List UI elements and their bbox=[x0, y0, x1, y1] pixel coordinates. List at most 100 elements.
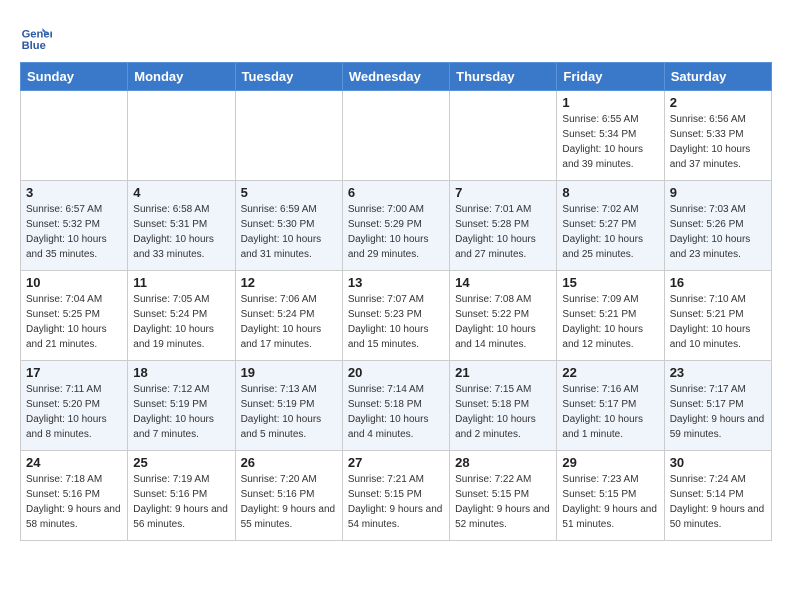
day-number: 24 bbox=[26, 455, 122, 470]
day-info: Sunrise: 7:10 AM Sunset: 5:21 PM Dayligh… bbox=[670, 292, 766, 352]
calendar-cell bbox=[21, 91, 128, 181]
svg-text:Blue: Blue bbox=[22, 40, 46, 52]
logo: General Blue bbox=[20, 20, 56, 52]
calendar-cell: 28Sunrise: 7:22 AM Sunset: 5:15 PM Dayli… bbox=[450, 451, 557, 541]
day-info: Sunrise: 7:19 AM Sunset: 5:16 PM Dayligh… bbox=[133, 472, 229, 532]
day-number: 5 bbox=[241, 185, 337, 200]
calendar-cell bbox=[235, 91, 342, 181]
day-info: Sunrise: 7:14 AM Sunset: 5:18 PM Dayligh… bbox=[348, 382, 444, 442]
day-number: 8 bbox=[562, 185, 658, 200]
day-info: Sunrise: 6:57 AM Sunset: 5:32 PM Dayligh… bbox=[26, 202, 122, 262]
calendar-cell: 8 Sunrise: 7:02 AM Sunset: 5:27 PM Daylig… bbox=[557, 181, 664, 271]
day-info: Sunrise: 7:04 AM Sunset: 5:25 PM Dayligh… bbox=[26, 292, 122, 352]
calendar-cell: 29 Sunrise: 7:23 AM Sunset: 5:15 PM Dayli… bbox=[557, 451, 664, 541]
day-number: 3 bbox=[26, 185, 122, 200]
day-info: Sunrise: 7:02 AM Sunset: 5:27 PM Dayligh… bbox=[562, 202, 658, 262]
day-info: Sunrise: 7:11 AM Sunset: 5:20 PM Dayligh… bbox=[26, 382, 122, 442]
day-number: 10 bbox=[26, 275, 122, 290]
calendar-cell: 17 Sunrise: 7:11 AM Sunset: 5:20 PM Dayli… bbox=[21, 361, 128, 451]
day-number: 2 bbox=[670, 95, 766, 110]
day-number: 15 bbox=[562, 275, 658, 290]
week-row-4: 17 Sunrise: 7:11 AM Sunset: 5:20 PM Dayli… bbox=[21, 361, 772, 451]
day-info: Sunrise: 7:09 AM Sunset: 5:21 PM Dayligh… bbox=[562, 292, 658, 352]
calendar-cell: 5 Sunrise: 6:59 AM Sunset: 5:30 PM Daylig… bbox=[235, 181, 342, 271]
day-number: 6 bbox=[348, 185, 444, 200]
calendar-cell: 25 Sunrise: 7:19 AM Sunset: 5:16 PM Dayli… bbox=[128, 451, 235, 541]
weekday-header-thursday: Thursday bbox=[450, 63, 557, 91]
day-info: Sunrise: 7:07 AM Sunset: 5:23 PM Dayligh… bbox=[348, 292, 444, 352]
day-info: Sunrise: 7:01 AM Sunset: 5:28 PM Dayligh… bbox=[455, 202, 551, 262]
day-info: Sunrise: 7:13 AM Sunset: 5:19 PM Dayligh… bbox=[241, 382, 337, 442]
calendar-cell: 21Sunrise: 7:15 AM Sunset: 5:18 PM Dayli… bbox=[450, 361, 557, 451]
logo-icon: General Blue bbox=[20, 20, 52, 52]
day-number: 30 bbox=[670, 455, 766, 470]
day-number: 29 bbox=[562, 455, 658, 470]
day-number: 14 bbox=[455, 275, 551, 290]
day-info: Sunrise: 7:23 AM Sunset: 5:15 PM Dayligh… bbox=[562, 472, 658, 532]
day-number: 1 bbox=[562, 95, 658, 110]
day-number: 21 bbox=[455, 365, 551, 380]
calendar-cell: 3 Sunrise: 6:57 AM Sunset: 5:32 PM Daylig… bbox=[21, 181, 128, 271]
day-number: 9 bbox=[670, 185, 766, 200]
day-number: 22 bbox=[562, 365, 658, 380]
day-info: Sunrise: 7:12 AM Sunset: 5:19 PM Dayligh… bbox=[133, 382, 229, 442]
day-info: Sunrise: 7:21 AM Sunset: 5:15 PM Dayligh… bbox=[348, 472, 444, 532]
day-number: 11 bbox=[133, 275, 229, 290]
calendar-cell: 22 Sunrise: 7:16 AM Sunset: 5:17 PM Dayli… bbox=[557, 361, 664, 451]
weekday-header-tuesday: Tuesday bbox=[235, 63, 342, 91]
day-number: 7 bbox=[455, 185, 551, 200]
calendar-cell: 6 Sunrise: 7:00 AM Sunset: 5:29 PM Daylig… bbox=[342, 181, 449, 271]
calendar-cell: 19Sunrise: 7:13 AM Sunset: 5:19 PM Dayli… bbox=[235, 361, 342, 451]
day-number: 20 bbox=[348, 365, 444, 380]
calendar-cell bbox=[128, 91, 235, 181]
day-info: Sunrise: 7:18 AM Sunset: 5:16 PM Dayligh… bbox=[26, 472, 122, 532]
calendar-cell: 4 Sunrise: 6:58 AM Sunset: 5:31 PM Daylig… bbox=[128, 181, 235, 271]
day-info: Sunrise: 6:55 AM Sunset: 5:34 PM Dayligh… bbox=[562, 112, 658, 172]
day-number: 17 bbox=[26, 365, 122, 380]
day-info: Sunrise: 7:24 AM Sunset: 5:14 PM Dayligh… bbox=[670, 472, 766, 532]
calendar-cell: 1 Sunrise: 6:55 AM Sunset: 5:34 PM Daylig… bbox=[557, 91, 664, 181]
svg-text:General: General bbox=[22, 29, 52, 41]
day-number: 23 bbox=[670, 365, 766, 380]
calendar-cell bbox=[342, 91, 449, 181]
calendar-cell: 20 Sunrise: 7:14 AM Sunset: 5:18 PM Dayli… bbox=[342, 361, 449, 451]
calendar-cell: 9 Sunrise: 7:03 AM Sunset: 5:26 PM Daylig… bbox=[664, 181, 771, 271]
day-number: 12 bbox=[241, 275, 337, 290]
calendar-cell: 2 Sunrise: 6:56 AM Sunset: 5:33 PM Daylig… bbox=[664, 91, 771, 181]
calendar-cell: 10 Sunrise: 7:04 AM Sunset: 5:25 PM Dayli… bbox=[21, 271, 128, 361]
day-info: Sunrise: 7:16 AM Sunset: 5:17 PM Dayligh… bbox=[562, 382, 658, 442]
week-row-1: 1 Sunrise: 6:55 AM Sunset: 5:34 PM Daylig… bbox=[21, 91, 772, 181]
day-info: Sunrise: 7:17 AM Sunset: 5:17 PM Dayligh… bbox=[670, 382, 766, 442]
day-number: 16 bbox=[670, 275, 766, 290]
day-number: 4 bbox=[133, 185, 229, 200]
day-info: Sunrise: 7:03 AM Sunset: 5:26 PM Dayligh… bbox=[670, 202, 766, 262]
calendar-cell: 24 Sunrise: 7:18 AM Sunset: 5:16 PM Dayli… bbox=[21, 451, 128, 541]
calendar-cell: 18Sunrise: 7:12 AM Sunset: 5:19 PM Dayli… bbox=[128, 361, 235, 451]
day-number: 27 bbox=[348, 455, 444, 470]
weekday-header-saturday: Saturday bbox=[664, 63, 771, 91]
day-info: Sunrise: 7:06 AM Sunset: 5:24 PM Dayligh… bbox=[241, 292, 337, 352]
weekday-header-monday: Monday bbox=[128, 63, 235, 91]
calendar-cell: 27 Sunrise: 7:21 AM Sunset: 5:15 PM Dayli… bbox=[342, 451, 449, 541]
weekday-header-row: SundayMondayTuesdayWednesdayThursdayFrid… bbox=[21, 63, 772, 91]
calendar-cell: 12 Sunrise: 7:06 AM Sunset: 5:24 PM Dayli… bbox=[235, 271, 342, 361]
day-info: Sunrise: 7:00 AM Sunset: 5:29 PM Dayligh… bbox=[348, 202, 444, 262]
calendar-cell: 26Sunrise: 7:20 AM Sunset: 5:16 PM Dayli… bbox=[235, 451, 342, 541]
day-info: Sunrise: 6:56 AM Sunset: 5:33 PM Dayligh… bbox=[670, 112, 766, 172]
day-number: 13 bbox=[348, 275, 444, 290]
week-row-5: 24 Sunrise: 7:18 AM Sunset: 5:16 PM Dayli… bbox=[21, 451, 772, 541]
calendar-cell: 30 Sunrise: 7:24 AM Sunset: 5:14 PM Dayli… bbox=[664, 451, 771, 541]
day-number: 25 bbox=[133, 455, 229, 470]
calendar-cell: 15 Sunrise: 7:09 AM Sunset: 5:21 PM Dayli… bbox=[557, 271, 664, 361]
calendar-table: SundayMondayTuesdayWednesdayThursdayFrid… bbox=[20, 62, 772, 541]
calendar-cell: 11Sunrise: 7:05 AM Sunset: 5:24 PM Dayli… bbox=[128, 271, 235, 361]
calendar-cell: 16 Sunrise: 7:10 AM Sunset: 5:21 PM Dayli… bbox=[664, 271, 771, 361]
calendar-cell bbox=[450, 91, 557, 181]
calendar-cell: 13 Sunrise: 7:07 AM Sunset: 5:23 PM Dayli… bbox=[342, 271, 449, 361]
day-info: Sunrise: 6:59 AM Sunset: 5:30 PM Dayligh… bbox=[241, 202, 337, 262]
day-number: 28 bbox=[455, 455, 551, 470]
week-row-2: 3 Sunrise: 6:57 AM Sunset: 5:32 PM Daylig… bbox=[21, 181, 772, 271]
day-info: Sunrise: 6:58 AM Sunset: 5:31 PM Dayligh… bbox=[133, 202, 229, 262]
day-info: Sunrise: 7:20 AM Sunset: 5:16 PM Dayligh… bbox=[241, 472, 337, 532]
calendar-cell: 14Sunrise: 7:08 AM Sunset: 5:22 PM Dayli… bbox=[450, 271, 557, 361]
